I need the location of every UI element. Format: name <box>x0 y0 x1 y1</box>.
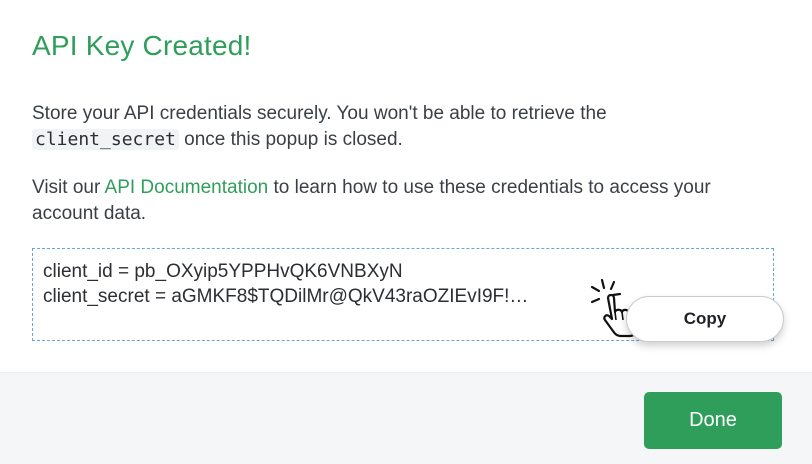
documentation-notice: Visit our API Documentation to learn how… <box>32 175 762 227</box>
security-notice-text-end: once this popup is closed. <box>178 129 403 150</box>
documentation-notice-text: Visit our <box>32 177 105 198</box>
copy-button[interactable]: Copy <box>626 296 784 342</box>
security-notice: Store your API credentials securely. You… <box>32 101 762 153</box>
done-button[interactable]: Done <box>644 392 782 449</box>
api-key-dialog: API Key Created! Store your API credenti… <box>0 0 812 464</box>
security-notice-text: Store your API credentials securely. You… <box>32 103 607 124</box>
dialog-title: API Key Created! <box>32 30 252 61</box>
client-secret-code: client_secret <box>32 129 179 150</box>
api-documentation-link[interactable]: API Documentation <box>105 177 269 198</box>
